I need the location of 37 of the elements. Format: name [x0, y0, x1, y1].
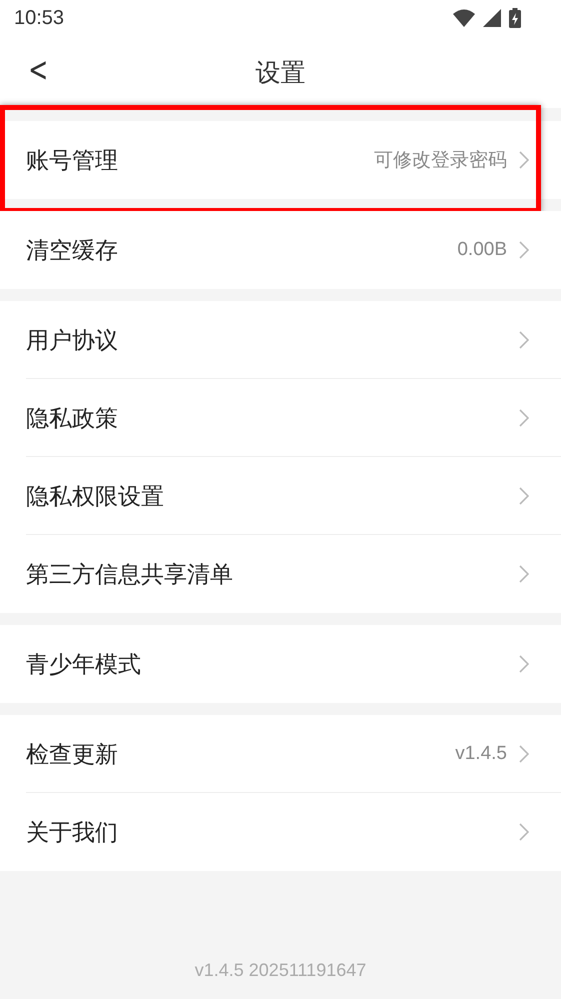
settings-row[interactable]: 关于我们	[0, 793, 561, 871]
chevron-icon	[519, 151, 529, 169]
version-text: v1.4.5 202511191647	[194, 960, 366, 981]
chevron-icon	[519, 745, 529, 763]
wifi-icon	[453, 9, 475, 27]
row-label: 第三方信息共享清单	[26, 560, 233, 590]
settings-row[interactable]: 账号管理 可修改登录密码	[0, 121, 561, 199]
settings-row[interactable]: 青少年模式	[0, 625, 561, 703]
chevron-icon	[519, 823, 529, 841]
chevron-icon	[519, 565, 529, 583]
chevron-icon	[519, 655, 529, 673]
row-label: 关于我们	[26, 818, 118, 848]
row-value: 0.00B	[457, 239, 507, 261]
settings-row[interactable]: 检查更新 v1.4.5	[0, 715, 561, 793]
back-button[interactable]: <	[24, 50, 52, 90]
chevron-icon	[519, 487, 529, 505]
settings-row[interactable]: 隐私权限设置	[0, 457, 561, 535]
row-label: 隐私权限设置	[26, 482, 164, 512]
settings-row[interactable]: 隐私政策	[0, 379, 561, 457]
battery-icon	[509, 8, 521, 28]
page-title: 设置	[256, 56, 306, 88]
signal-icon	[483, 9, 501, 27]
chevron-icon	[519, 409, 529, 427]
row-label: 用户协议	[26, 326, 118, 356]
row-label: 账号管理	[26, 146, 118, 176]
chevron-icon	[519, 331, 529, 349]
row-label: 清空缓存	[26, 236, 118, 266]
chevron-icon	[519, 241, 529, 259]
settings-row[interactable]: 清空缓存 0.00B	[0, 211, 561, 289]
row-label: 检查更新	[26, 740, 118, 770]
row-value: v1.4.5	[455, 743, 507, 765]
settings-row[interactable]: 用户协议	[0, 301, 561, 379]
row-value: 可修改登录密码	[374, 149, 507, 173]
row-label: 隐私政策	[26, 404, 118, 434]
row-label: 青少年模式	[26, 650, 141, 680]
status-time: 10:53	[14, 6, 64, 30]
settings-row[interactable]: 第三方信息共享清单	[0, 535, 561, 613]
